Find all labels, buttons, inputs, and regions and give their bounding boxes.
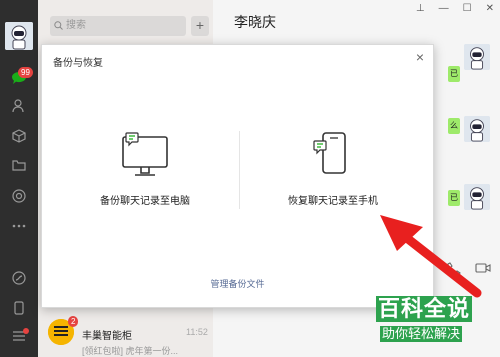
search-input[interactable]: 搜索 xyxy=(50,16,186,36)
smartphone-icon xyxy=(313,132,346,174)
sender-avatar xyxy=(464,44,490,70)
moments-icon[interactable] xyxy=(9,186,29,206)
search-placeholder: 搜索 xyxy=(66,20,86,31)
message-bubble[interactable]: 么 xyxy=(448,118,460,134)
miniprogram-icon[interactable] xyxy=(9,268,29,288)
minimize-icon[interactable]: — xyxy=(439,3,449,14)
watermark: 百科全说 助你轻松解决 xyxy=(372,294,494,346)
divider xyxy=(239,131,240,209)
close-window-icon[interactable]: ✕ xyxy=(486,3,494,14)
backup-to-pc-label: 备份聊天记录至电脑 xyxy=(100,196,190,207)
message-bubble[interactable]: 已 xyxy=(448,66,460,82)
maximize-icon[interactable]: ☐ xyxy=(463,3,472,14)
contacts-icon[interactable] xyxy=(9,96,29,116)
phone-icon[interactable] xyxy=(9,298,29,318)
add-button[interactable]: + xyxy=(191,16,209,36)
user-avatar[interactable] xyxy=(5,22,33,50)
message-bubble[interactable]: 已 xyxy=(448,190,460,206)
sidebar: 99 xyxy=(0,0,38,357)
folder-icon[interactable] xyxy=(9,155,29,175)
backup-to-pc-button[interactable]: 备份聊天记录至电脑 xyxy=(70,129,220,207)
dialog-title: 备份与恢复 xyxy=(53,58,103,69)
computer-icon xyxy=(122,132,168,176)
chat-name: 丰巢智能柜 xyxy=(82,331,132,342)
window-controls: ⊥ — ☐ ✕ xyxy=(416,3,494,14)
watermark-subtitle: 助你轻松解决 xyxy=(380,326,463,342)
watermark-title: 百科全说 xyxy=(376,296,473,322)
chat-time: 11:52 xyxy=(186,327,208,337)
red-arrow-annotation xyxy=(380,215,482,298)
menu-notification-dot xyxy=(23,328,29,334)
pin-icon[interactable]: ⊥ xyxy=(416,3,425,14)
restore-to-phone-button[interactable]: 恢复聊天记录至手机 xyxy=(258,129,408,207)
favorites-icon[interactable] xyxy=(9,126,29,146)
more-icon[interactable] xyxy=(9,216,29,236)
search-icon xyxy=(54,21,63,30)
close-icon[interactable]: × xyxy=(416,49,424,65)
chat-list-item[interactable]: 2 丰巢智能柜 11:52 [领红包啦] 虎年第一份... xyxy=(38,315,213,357)
chat-title: 李晓庆 xyxy=(234,14,276,30)
chat-unread-badge: 2 xyxy=(68,316,79,327)
chat-preview: [领红包啦] 虎年第一份... xyxy=(82,346,179,356)
unread-badge: 99 xyxy=(18,67,33,78)
sender-avatar xyxy=(464,116,490,142)
